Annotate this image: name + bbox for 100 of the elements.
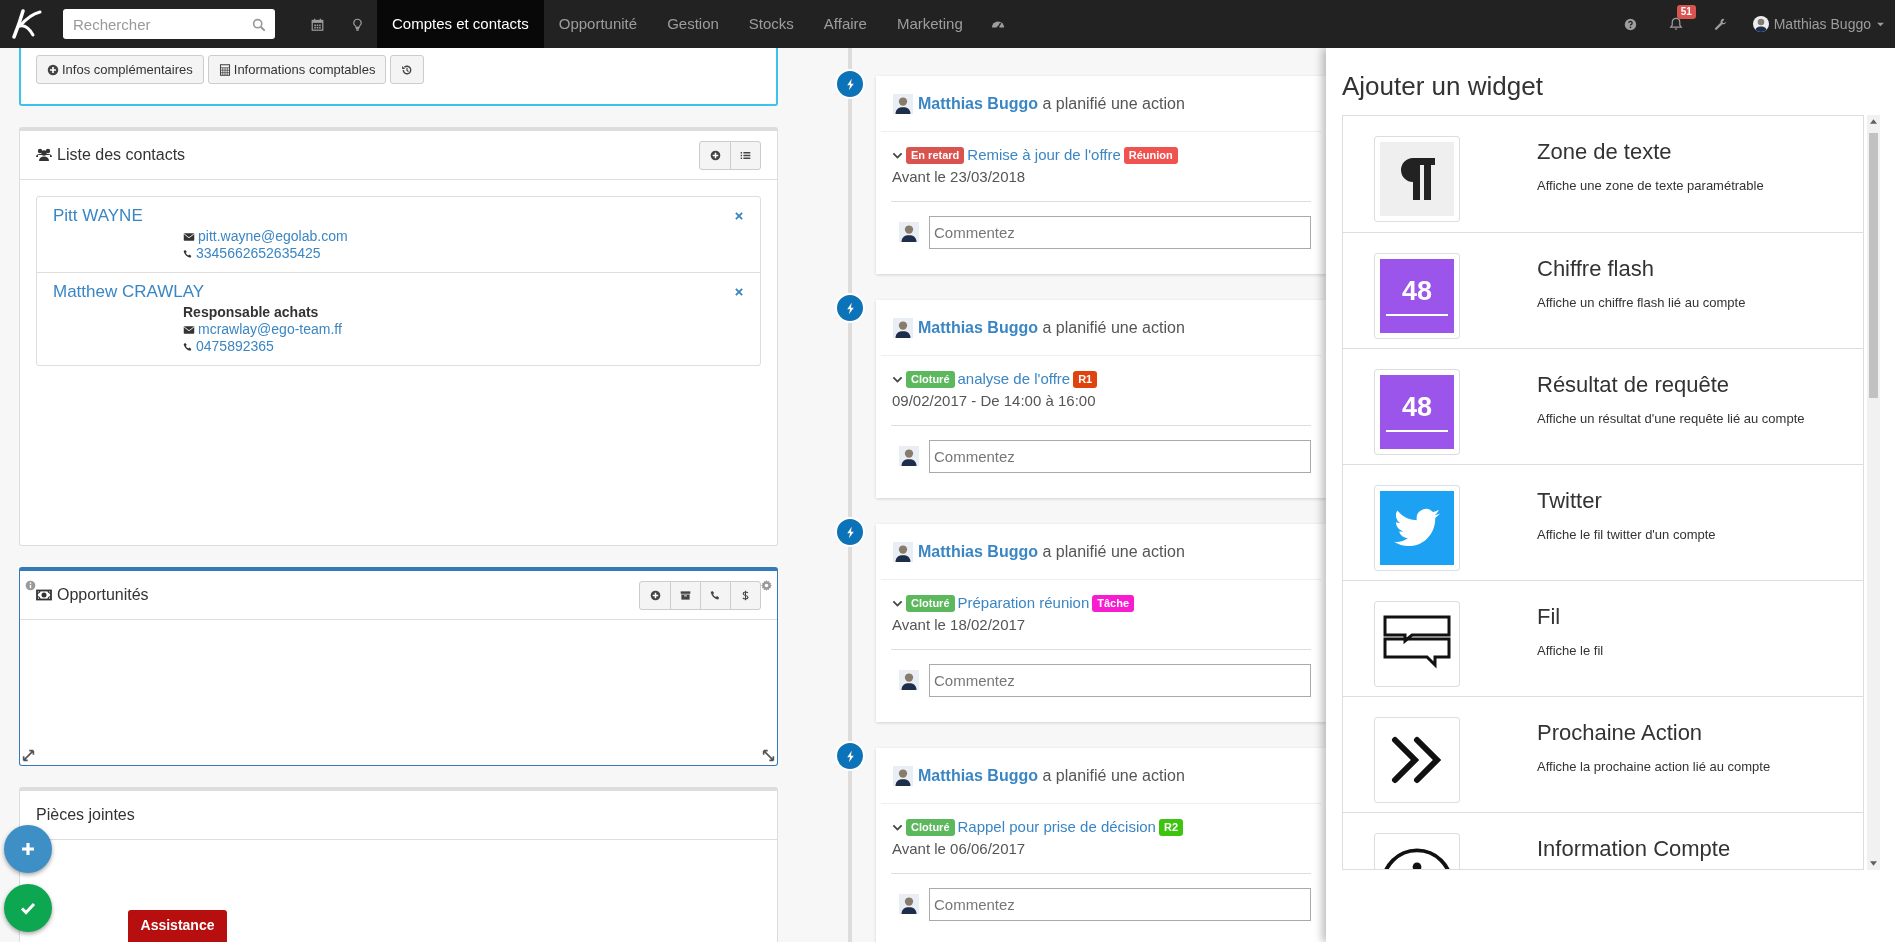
status-badge: En retard: [906, 146, 965, 164]
avatar-icon: [899, 669, 919, 691]
widget-option[interactable]: 48 Chiffre flash Affiche un chiffre flash lié au compte: [1343, 232, 1863, 348]
action-link[interactable]: Préparation réunion: [957, 592, 1090, 615]
money-icon: [36, 587, 52, 603]
contact-name-link[interactable]: Matthew CRAWLAY: [53, 281, 744, 303]
archive-icon: [680, 589, 691, 601]
phone-icon: [710, 589, 721, 601]
widget-name: Fil: [1537, 603, 1562, 631]
phone-link[interactable]: 0475892365: [196, 338, 274, 355]
resize-icon: [22, 749, 35, 762]
widget-option[interactable]: Fil Affiche le fil: [1343, 580, 1863, 696]
plus-circle-icon: [649, 589, 661, 601]
envelope-icon: [183, 230, 195, 243]
comment-field[interactable]: Commentez: [929, 215, 1311, 249]
assistance-button[interactable]: Assistance: [128, 910, 227, 942]
status-badge: Cloturé: [906, 818, 955, 836]
widget-name: Information Compte: [1537, 835, 1731, 863]
panel-title: Pièces jointes: [36, 805, 135, 825]
history-button[interactable]: [390, 55, 425, 84]
help-icon: [1624, 17, 1638, 31]
activity-text: Matthias Buggo a planifié une action: [918, 765, 1185, 786]
action-date: Avant le 23/03/2018: [891, 166, 1027, 187]
comment-field[interactable]: Commentez: [929, 663, 1311, 697]
tag-badge: Réunion: [1123, 146, 1178, 164]
author-link[interactable]: Matthias Buggo: [918, 94, 1038, 112]
widget-description: Affiche la prochaine action lié au compte: [1537, 758, 1771, 776]
scroll-down-icon: [1870, 861, 1877, 866]
nav-tab[interactable]: Affaire: [808, 0, 882, 48]
scroll-up-icon: [1870, 119, 1877, 124]
status-badge: Cloturé: [906, 594, 955, 612]
lightbulb-icon: [350, 17, 364, 31]
contact-name-link[interactable]: Pitt WAYNE: [53, 205, 744, 227]
widget-option[interactable]: 48 Résultat de requête Affiche un résultat d'une requête lié au compte: [1343, 348, 1863, 464]
avatar-icon: [899, 445, 919, 467]
phone-icon: [183, 341, 193, 352]
phone-link[interactable]: 3345662652635425: [196, 245, 321, 262]
author-link[interactable]: Matthias Buggo: [918, 318, 1038, 336]
double-chevron-icon: [1391, 736, 1443, 784]
action-link[interactable]: Rappel pour prise de décision: [957, 816, 1156, 839]
activity-text: Matthias Buggo a planifié une action: [918, 93, 1185, 114]
widget-name: Chiffre flash: [1537, 255, 1655, 283]
panel-title: Ajouter un widget: [1341, 70, 1544, 103]
close-icon[interactable]: [734, 287, 744, 297]
tag-badge: Tâche: [1092, 594, 1135, 612]
activity-text: Matthias Buggo a planifié une action: [918, 317, 1185, 338]
list-icon: [740, 149, 751, 161]
resize-icon: [762, 749, 775, 762]
widget-option[interactable]: Prochaine Action Affiche la prochaine action lié au compte: [1343, 696, 1863, 812]
button[interactable]: Infos complémentaires: [36, 55, 204, 84]
tag-badge: R1: [1073, 370, 1098, 388]
action-link[interactable]: analyse de l'offre: [957, 368, 1071, 391]
avatar-icon: [1752, 16, 1769, 32]
widget-name: Prochaine Action: [1537, 719, 1704, 747]
nav-tab[interactable]: Gestion: [652, 0, 734, 48]
avatar-icon: [893, 92, 913, 115]
avatar-icon: [893, 316, 913, 339]
nav-tab[interactable]: Opportunité: [543, 0, 653, 48]
scrollbar-thumb[interactable]: [1869, 133, 1878, 398]
status-badge: Cloturé: [906, 370, 955, 388]
nav-tab[interactable]: Stocks: [733, 0, 809, 48]
widget-description: Affiche un chiffre flash lié au compte: [1537, 294, 1746, 312]
phone-icon: [183, 248, 193, 259]
search-icon: [252, 18, 265, 31]
plus-icon: [20, 841, 36, 857]
nav-tab[interactable]: Comptes et contacts: [377, 0, 544, 48]
calendar-icon: [310, 17, 324, 31]
panel-title: Opportunités: [57, 585, 149, 605]
tile-number: 48: [1401, 392, 1432, 422]
envelope-icon: [183, 323, 195, 336]
scrollbar[interactable]: [1867, 115, 1880, 870]
close-icon[interactable]: [734, 211, 744, 221]
confirm-button[interactable]: [4, 884, 52, 932]
panel-title: Liste des contacts: [57, 145, 186, 165]
contact-role: Responsable achats: [183, 304, 320, 321]
action-date: Avant le 06/06/2017: [891, 838, 1027, 859]
widget-option[interactable]: Twitter Affiche le fil twitter d'un compte: [1343, 464, 1863, 580]
author-link[interactable]: Matthias Buggo: [918, 542, 1038, 560]
tag-badge: R2: [1158, 818, 1184, 836]
nav-tab[interactable]: Marketing: [881, 0, 978, 48]
comment-field[interactable]: Commentez: [929, 439, 1311, 473]
button[interactable]: Informations comptables: [207, 55, 387, 84]
author-link[interactable]: Matthias Buggo: [918, 766, 1038, 784]
email-link[interactable]: mcrawlay@ego-team.ff: [198, 321, 342, 338]
dollar-icon: [740, 589, 751, 601]
widget-option[interactable]: Zone de texte Affiche une zone de texte paramétrable: [1343, 116, 1863, 232]
notification-badge: 51: [1676, 5, 1696, 19]
comment-field[interactable]: Commentez: [929, 887, 1311, 921]
email-link[interactable]: pitt.wayne@egolab.com: [198, 228, 348, 245]
avatar-icon: [899, 221, 919, 243]
widget-name: Zone de texte: [1537, 138, 1673, 166]
action-link[interactable]: Remise à jour de l'offre: [967, 144, 1121, 167]
widget-option[interactable]: Information Compte: [1343, 812, 1863, 869]
avatar-icon: [893, 764, 913, 787]
bird-icon: [1394, 508, 1440, 548]
action-date: 09/02/2017 - De 14:00 à 16:00: [891, 390, 1097, 411]
notifications-button[interactable]: 51: [1650, 0, 1701, 48]
search-field[interactable]: Rechercher: [63, 9, 275, 39]
user-menu[interactable]: Matthias Buggo: [1740, 0, 1895, 48]
info-icon: [25, 580, 36, 591]
